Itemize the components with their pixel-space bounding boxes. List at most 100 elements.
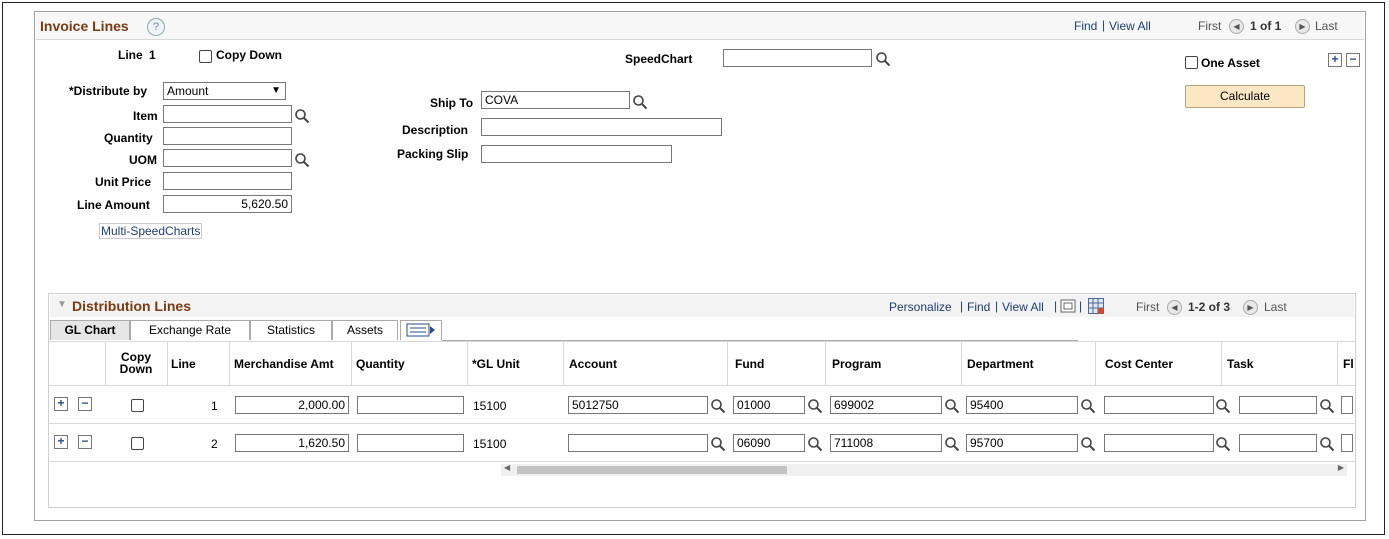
scrollbar-thumb[interactable] — [517, 466, 787, 474]
account-input[interactable]: 5012750 — [568, 396, 708, 414]
add-row-icon[interactable]: + — [54, 397, 68, 411]
add-row-icon[interactable]: + — [54, 435, 68, 449]
quantity-input[interactable] — [163, 127, 292, 145]
col-sep — [229, 341, 230, 385]
delete-row-icon[interactable]: − — [78, 397, 92, 411]
help-icon[interactable]: ? — [147, 18, 165, 36]
copy-down-checkbox[interactable] — [131, 437, 144, 450]
packing-slip-input[interactable] — [481, 145, 672, 163]
task-input[interactable] — [1239, 434, 1317, 452]
horizontal-scrollbar[interactable]: ◀ ▶ — [501, 463, 1347, 476]
delete-row-icon[interactable]: − — [1346, 53, 1360, 67]
task-search-icon[interactable] — [1319, 436, 1335, 452]
scroll-left-icon[interactable]: ◀ — [504, 463, 510, 472]
col-sep — [167, 341, 168, 385]
fl-input[interactable] — [1341, 434, 1353, 452]
ship-to-input[interactable]: COVA — [481, 91, 630, 109]
account-input[interactable] — [568, 434, 708, 452]
uom-input[interactable] — [163, 149, 292, 167]
account-search-icon[interactable] — [710, 436, 726, 452]
col-sep — [1337, 341, 1338, 385]
last-link[interactable]: Last — [1315, 19, 1338, 33]
distribute-by-select[interactable]: Amount ▼ — [163, 82, 286, 100]
download-grid-icon[interactable] — [1088, 298, 1104, 314]
tab-assets[interactable]: Assets — [332, 320, 398, 340]
unit-price-input[interactable] — [163, 172, 292, 190]
fl-input[interactable] — [1341, 396, 1353, 414]
uom-search-icon[interactable] — [294, 152, 310, 168]
description-input[interactable] — [481, 118, 722, 136]
show-all-columns-icon[interactable] — [400, 320, 442, 340]
table-row: + − 1 2,000.00 15100 5012750 01000 69900… — [49, 386, 1355, 423]
item-input[interactable] — [163, 105, 292, 123]
one-asset-label: One Asset — [1201, 56, 1260, 70]
find-link[interactable]: Find — [1074, 19, 1097, 33]
add-row-icon[interactable]: + — [1328, 53, 1342, 67]
ship-to-label: Ship To — [430, 96, 474, 110]
fund-search-icon[interactable] — [807, 398, 823, 414]
department-search-icon[interactable] — [1080, 398, 1096, 414]
cost-center-search-icon[interactable] — [1215, 398, 1231, 414]
first-link[interactable]: First — [1136, 300, 1159, 314]
col-sep — [105, 341, 106, 385]
nav-separator: | — [1079, 299, 1083, 313]
previous-icon[interactable]: ◀ — [1229, 19, 1244, 34]
view-all-link[interactable]: View All — [1109, 19, 1151, 33]
one-asset-checkbox[interactable] — [1185, 56, 1198, 69]
zoom-icon[interactable] — [1060, 299, 1076, 313]
scroll-right-icon[interactable]: ▶ — [1338, 463, 1344, 472]
first-link[interactable]: First — [1198, 19, 1221, 33]
merchandise-amt-input[interactable]: 2,000.00 — [235, 396, 349, 414]
multi-speedcharts-link[interactable]: Multi-SpeedCharts — [99, 223, 203, 239]
row-divider — [49, 461, 1355, 462]
next-icon[interactable]: ▶ — [1295, 19, 1310, 34]
copy-down-checkbox[interactable] — [131, 399, 144, 412]
personalize-link[interactable]: Personalize — [889, 300, 952, 314]
item-label: Item — [133, 109, 158, 123]
program-input[interactable]: 699002 — [830, 396, 942, 414]
account-search-icon[interactable] — [710, 398, 726, 414]
fund-input[interactable]: 01000 — [733, 396, 805, 414]
speedchart-input[interactable] — [723, 49, 872, 67]
grid-top-line — [49, 341, 1355, 342]
delete-row-icon[interactable]: − — [78, 435, 92, 449]
speedchart-search-icon[interactable] — [875, 51, 891, 67]
collapse-icon[interactable]: ▼ — [57, 299, 67, 310]
next-icon[interactable]: ▶ — [1243, 300, 1258, 315]
task-search-icon[interactable] — [1319, 398, 1335, 414]
col-sep — [563, 341, 564, 385]
cost-center-search-icon[interactable] — [1215, 436, 1231, 452]
calculate-button[interactable]: Calculate — [1185, 85, 1305, 108]
cost-center-input[interactable] — [1104, 434, 1214, 452]
copy-down-checkbox[interactable] — [199, 50, 212, 63]
item-search-icon[interactable] — [294, 108, 310, 124]
tab-gl-chart[interactable]: GL Chart — [50, 320, 130, 340]
quantity-input[interactable] — [357, 396, 464, 414]
row-range: 1-2 of 3 — [1188, 300, 1231, 314]
department-search-icon[interactable] — [1080, 436, 1096, 452]
ship-to-search-icon[interactable] — [632, 94, 648, 110]
tab-exchange-rate[interactable]: Exchange Rate — [130, 320, 250, 340]
program-search-icon[interactable] — [944, 398, 960, 414]
row-range: 1 of 1 — [1250, 19, 1282, 33]
last-link[interactable]: Last — [1264, 300, 1287, 314]
program-search-icon[interactable] — [944, 436, 960, 452]
tab-statistics[interactable]: Statistics — [250, 320, 332, 340]
line-amount-input[interactable]: 5,620.50 — [163, 195, 292, 213]
fund-input[interactable]: 06090 — [733, 434, 805, 452]
department-input[interactable]: 95700 — [966, 434, 1078, 452]
col-task: Task — [1227, 357, 1254, 371]
previous-icon[interactable]: ◀ — [1167, 300, 1182, 315]
cost-center-input[interactable] — [1104, 396, 1214, 414]
quantity-label: Quantity — [104, 131, 153, 145]
find-link[interactable]: Find — [967, 300, 990, 314]
quantity-input[interactable] — [357, 434, 464, 452]
merchandise-amt-input[interactable]: 1,620.50 — [235, 434, 349, 452]
fund-search-icon[interactable] — [807, 436, 823, 452]
department-input[interactable]: 95400 — [966, 396, 1078, 414]
col-account: Account — [569, 357, 617, 371]
col-quantity: Quantity — [356, 357, 405, 371]
task-input[interactable] — [1239, 396, 1317, 414]
program-input[interactable]: 711008 — [830, 434, 942, 452]
view-all-link[interactable]: View All — [1002, 300, 1044, 314]
